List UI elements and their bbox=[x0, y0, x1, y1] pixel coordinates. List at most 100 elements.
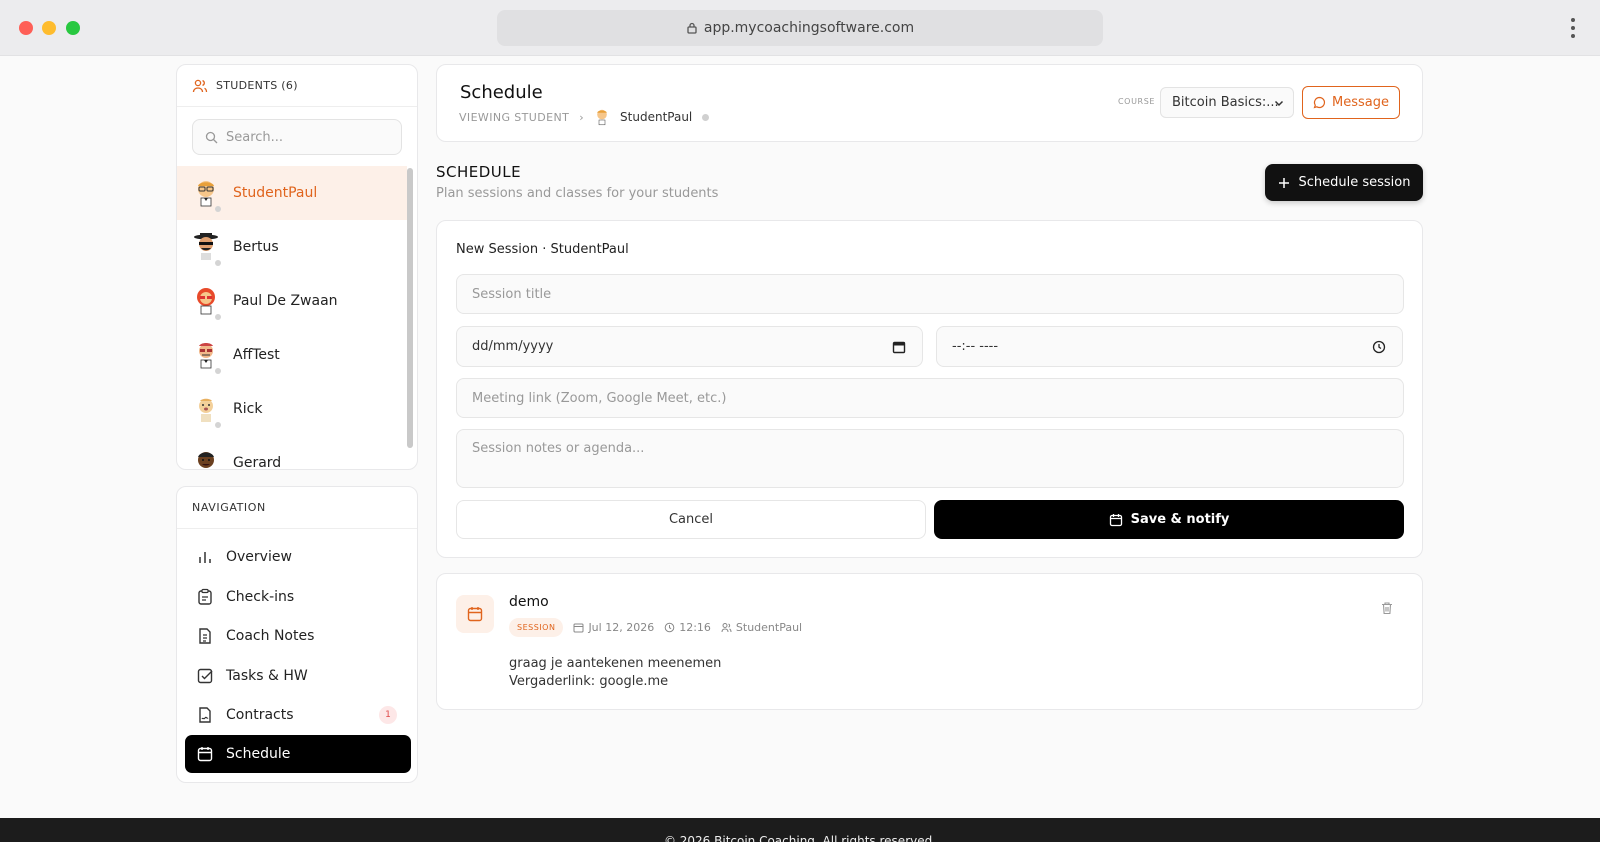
student-list: StudentPaul Bertus Paul De Zwaan AffTest bbox=[177, 166, 407, 470]
trash-icon[interactable] bbox=[1380, 601, 1394, 615]
contracts-count-badge: 1 bbox=[379, 706, 397, 724]
maximize-window-button[interactable] bbox=[66, 21, 80, 35]
nav-label: Tasks & HW bbox=[226, 668, 308, 684]
course-value: Bitcoin Basics:... bbox=[1172, 95, 1279, 110]
save-notify-label: Save & notify bbox=[1130, 512, 1230, 527]
cancel-button[interactable]: Cancel bbox=[456, 500, 926, 539]
avatar bbox=[193, 286, 221, 320]
save-notify-button[interactable]: Save & notify bbox=[934, 500, 1404, 539]
session-date-text: Jul 12, 2026 bbox=[588, 621, 655, 634]
course-select[interactable]: Bitcoin Basics:... bbox=[1160, 87, 1294, 118]
session-notes: graag je aantekenen meenemen Vergaderlin… bbox=[509, 655, 721, 691]
section-subtitle: Plan sessions and classes for your stude… bbox=[436, 186, 719, 201]
calendar-picker-icon[interactable] bbox=[892, 340, 906, 354]
users-icon bbox=[721, 623, 732, 633]
nav-item-schedule[interactable]: Schedule bbox=[185, 735, 411, 773]
session-notes-line: graag je aantekenen meenemen bbox=[509, 656, 722, 671]
student-avatar-small bbox=[597, 109, 607, 126]
student-name: Bertus bbox=[233, 239, 279, 255]
session-notes-placeholder: Session notes or agenda... bbox=[472, 441, 645, 456]
student-name: AffTest bbox=[233, 347, 280, 363]
nav-item-check-ins[interactable]: Check-ins bbox=[185, 578, 411, 616]
student-search-input[interactable]: Search... bbox=[192, 119, 402, 155]
plus-icon bbox=[1278, 177, 1289, 188]
clock-icon bbox=[664, 622, 675, 633]
meeting-link-placeholder: Meeting link (Zoom, Google Meet, etc.) bbox=[472, 390, 727, 406]
calendar-icon bbox=[467, 607, 483, 622]
student-item-afftest[interactable]: AffTest bbox=[177, 328, 407, 382]
breadcrumb: VIEWING STUDENT › StudentPaul bbox=[459, 108, 710, 126]
close-window-button[interactable] bbox=[19, 21, 33, 35]
footer-text: © 2026 Bitcoin Coaching. All rights rese… bbox=[663, 834, 937, 842]
session-student: StudentPaul bbox=[721, 621, 802, 634]
calendar-icon bbox=[1109, 513, 1122, 526]
nav-item-coach-notes[interactable]: Coach Notes bbox=[185, 617, 411, 655]
avatar bbox=[193, 448, 219, 469]
chevron-right-icon: › bbox=[579, 110, 585, 124]
nav-label: Contracts bbox=[226, 707, 294, 723]
document-icon bbox=[199, 628, 211, 644]
student-name: StudentPaul bbox=[233, 185, 318, 201]
navigation-header: NAVIGATION bbox=[177, 487, 417, 529]
avatar bbox=[193, 232, 221, 266]
nav-item-contracts[interactable]: Contracts 1 bbox=[185, 696, 411, 734]
schedule-session-button[interactable]: Schedule session bbox=[1265, 164, 1423, 201]
clock-icon[interactable] bbox=[1372, 340, 1386, 354]
section-title: SCHEDULE bbox=[436, 163, 522, 181]
viewing-student-label: VIEWING STUDENT bbox=[459, 110, 570, 124]
session-time: 12:16 bbox=[664, 621, 711, 634]
session-date-input[interactable]: dd/mm/yyyy bbox=[456, 326, 923, 367]
clipboard-icon bbox=[198, 588, 212, 605]
student-item-bertus[interactable]: Bertus bbox=[177, 220, 407, 274]
nav-label: Schedule bbox=[226, 746, 291, 762]
status-dot bbox=[702, 113, 710, 121]
nav-item-overview[interactable]: Overview bbox=[185, 538, 411, 576]
chat-bubble-icon bbox=[1313, 96, 1326, 109]
student-name: Rick bbox=[233, 401, 263, 417]
chevron-down-icon bbox=[1274, 100, 1284, 107]
navigation-panel: NAVIGATION Overview Check-ins Coach Note… bbox=[176, 486, 418, 783]
time-placeholder: --:-- ---- bbox=[952, 339, 999, 354]
search-placeholder: Search... bbox=[226, 129, 284, 145]
student-item-gerard[interactable]: Gerard bbox=[177, 436, 407, 470]
search-icon bbox=[205, 131, 218, 143]
new-session-form: New Session · StudentPaul Session title … bbox=[436, 220, 1423, 558]
session-title-input[interactable]: Session title bbox=[456, 274, 1404, 314]
meeting-link-input[interactable]: Meeting link (Zoom, Google Meet, etc.) bbox=[456, 378, 1404, 418]
students-title: STUDENTS (6) bbox=[216, 79, 298, 92]
session-time-text: 12:16 bbox=[679, 621, 711, 634]
lock-icon bbox=[687, 22, 697, 34]
message-button[interactable]: Message bbox=[1302, 86, 1400, 119]
nav-label: Check-ins bbox=[226, 589, 295, 605]
session-title-placeholder: Session title bbox=[472, 286, 552, 302]
browser-chrome: app.mycoachingsoftware.com bbox=[0, 0, 1600, 56]
checkbox-icon bbox=[197, 668, 213, 684]
session-card[interactable]: demo SESSION Jul 12, 2026 12:16 StudentP… bbox=[436, 573, 1423, 710]
student-name: Gerard bbox=[233, 455, 282, 470]
session-date: Jul 12, 2026 bbox=[573, 621, 654, 634]
address-bar[interactable]: app.mycoachingsoftware.com bbox=[497, 10, 1103, 46]
calendar-icon bbox=[197, 747, 213, 762]
session-notes-textarea[interactable]: Session notes or agenda... bbox=[456, 429, 1404, 488]
student-item-rick[interactable]: Rick bbox=[177, 382, 407, 436]
avatar bbox=[193, 394, 221, 428]
users-icon bbox=[192, 79, 208, 92]
date-placeholder: dd/mm/yyyy bbox=[472, 339, 554, 354]
page-footer: © 2026 Bitcoin Coaching. All rights rese… bbox=[0, 818, 1600, 842]
page-title: Schedule bbox=[460, 82, 543, 103]
students-scrollbar[interactable] bbox=[407, 168, 413, 448]
session-student-text: StudentPaul bbox=[735, 621, 803, 634]
signature-doc-icon bbox=[199, 707, 211, 723]
session-time-input[interactable]: --:-- ---- bbox=[936, 326, 1403, 367]
student-item-paul-de-zwaan[interactable]: Paul De Zwaan bbox=[177, 274, 407, 328]
student-item-studentpaul[interactable]: StudentPaul bbox=[177, 166, 407, 220]
form-title: New Session · StudentPaul bbox=[456, 242, 629, 257]
session-meta: SESSION Jul 12, 2026 12:16 StudentPaul bbox=[509, 618, 802, 637]
browser-menu-icon[interactable] bbox=[1568, 18, 1578, 38]
session-title: demo bbox=[509, 594, 549, 610]
avatar bbox=[193, 178, 221, 212]
students-panel: STUDENTS (6) Search... StudentPaul Bertu… bbox=[176, 64, 418, 470]
calendar-icon bbox=[573, 623, 584, 633]
minimize-window-button[interactable] bbox=[42, 21, 56, 35]
nav-item-tasks-hw[interactable]: Tasks & HW bbox=[185, 657, 411, 695]
